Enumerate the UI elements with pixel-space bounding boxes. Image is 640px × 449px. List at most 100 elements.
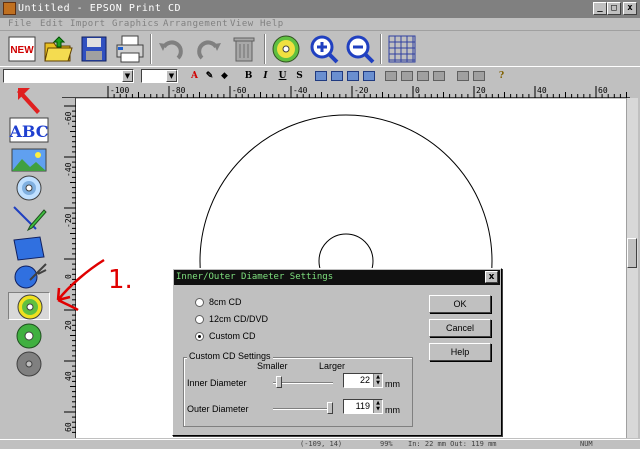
vertical-scroll-thumb[interactable] [627, 238, 637, 268]
chevron-down-icon[interactable]: ▼ [166, 70, 177, 82]
ruler-label: -40 [64, 162, 73, 177]
main-toolbar: NEW [0, 32, 640, 66]
flip-vertical-icon[interactable] [473, 71, 485, 81]
italic-button[interactable]: I [259, 70, 272, 82]
option-custom-cd[interactable]: Custom CD [195, 331, 305, 343]
menu-help[interactable]: Help [260, 19, 284, 29]
align-justify-icon[interactable] [363, 71, 375, 81]
send-back-icon[interactable] [401, 71, 413, 81]
image-tool[interactable] [8, 146, 50, 174]
toolbar-separator [264, 34, 266, 64]
ruler-label: 0 [64, 274, 73, 279]
help-button[interactable]: ? [495, 70, 508, 82]
vertical-scrollbar[interactable] [626, 98, 638, 438]
cd-image-tool[interactable] [8, 174, 50, 202]
larger-label: Larger [319, 361, 346, 371]
cd-color-tool[interactable] [8, 322, 50, 350]
window-title: Untitled - EPSON Print CD [18, 3, 182, 14]
ruler-label: -60 [64, 111, 73, 126]
undo-button[interactable] [156, 33, 188, 65]
title-bar: Untitled - EPSON Print CD _ □ x [0, 0, 640, 18]
print-icon [116, 35, 144, 63]
bold-button[interactable]: B [242, 70, 255, 82]
dialog-close-button[interactable]: x [485, 271, 498, 283]
custom-settings-group [183, 357, 413, 427]
save-button[interactable] [78, 33, 110, 65]
flip-horizontal-icon[interactable] [457, 71, 469, 81]
align-right-icon[interactable] [347, 71, 359, 81]
grid-button[interactable] [386, 33, 418, 65]
bring-front-icon[interactable] [385, 71, 397, 81]
ruler-label: 40 [64, 371, 73, 381]
minimize-button[interactable]: _ [593, 2, 607, 15]
cd-background-tool[interactable] [8, 350, 50, 378]
menu-file[interactable]: File [8, 19, 32, 29]
option-12cm-cd[interactable]: 12cm CD/DVD [195, 314, 305, 326]
zoom-out-button[interactable] [344, 33, 376, 65]
align-center-icon[interactable] [331, 71, 343, 81]
open-button[interactable] [42, 33, 74, 65]
circle-compass-icon [14, 263, 47, 289]
text-color-button[interactable]: A [188, 70, 201, 82]
cd-layout-button[interactable] [270, 33, 302, 65]
delete-button[interactable] [228, 33, 260, 65]
open-icon [44, 36, 73, 62]
option-8cm-cd[interactable]: 8cm CD [195, 297, 305, 309]
fill-color-button[interactable]: ◆ [218, 70, 231, 82]
dialog-title: Inner/Outer Diameter Settings [176, 272, 334, 282]
chevron-down-icon[interactable]: ▼ [122, 70, 133, 82]
line-color-button[interactable]: ✎ [203, 70, 216, 82]
inner-slider-thumb[interactable] [276, 376, 282, 388]
redo-button[interactable] [192, 33, 224, 65]
circle-arc-tool[interactable] [8, 262, 50, 290]
menu-import[interactable]: Import [70, 19, 106, 29]
print-button[interactable] [114, 33, 146, 65]
ruler-label: -40 [293, 86, 308, 95]
diameter-settings-dialog: Inner/Outer Diameter Settings x 8cm CD 1… [172, 268, 502, 436]
menu-bar: File Edit Import Graphics Arrangement Vi… [0, 18, 640, 31]
ungroup-icon[interactable] [433, 71, 445, 81]
zoom-in-icon [310, 35, 339, 64]
menu-graphics[interactable]: Graphics [112, 19, 159, 29]
picture-icon [11, 148, 47, 172]
outer-slider-track[interactable] [273, 408, 333, 410]
select-tool[interactable] [8, 86, 50, 114]
text-abc-icon: ABC [9, 117, 49, 143]
text-tool[interactable]: ABC [8, 116, 50, 144]
radio-12cm[interactable] [195, 315, 204, 324]
menu-edit[interactable]: Edit [40, 19, 64, 29]
font-name-select[interactable]: ▼ [3, 69, 134, 83]
menu-view[interactable]: View [230, 19, 254, 29]
radio-custom[interactable] [195, 332, 204, 341]
ruler-label: 60 [598, 86, 608, 95]
cd-diameter-tool[interactable] [8, 292, 50, 320]
inner-slider-track[interactable] [273, 382, 333, 384]
status-num: NUM [580, 440, 593, 448]
help-button[interactable]: Help [429, 343, 491, 361]
inner-spinner[interactable]: ▲ ▼ [373, 374, 382, 387]
close-button[interactable]: x [623, 2, 637, 15]
vertical-ruler-ticks: -60 -40 -20 0 20 40 60 [64, 105, 76, 433]
save-icon [81, 36, 107, 62]
radio-8cm[interactable] [195, 298, 204, 307]
line-tool[interactable] [8, 204, 50, 232]
underline-button[interactable]: U [276, 70, 289, 82]
group-icon[interactable] [417, 71, 429, 81]
outer-spinner[interactable]: ▲ ▼ [373, 400, 382, 413]
new-button[interactable]: NEW [6, 33, 38, 65]
zoom-in-button[interactable] [308, 33, 340, 65]
dialog-title-bar: Inner/Outer Diameter Settings x [174, 270, 500, 285]
align-left-icon[interactable] [315, 71, 327, 81]
outer-diameter-input[interactable]: 119 ▲ ▼ [343, 399, 383, 414]
inner-diameter-input[interactable]: 22 ▲ ▼ [343, 373, 383, 388]
rectangle-tool[interactable] [8, 234, 50, 262]
menu-arrangement[interactable]: Arrangement [163, 19, 228, 29]
strike-button[interactable]: S [293, 70, 306, 82]
font-size-select[interactable]: ▼ [141, 69, 178, 83]
option-12cm-label: 12cm CD/DVD [209, 314, 269, 324]
ok-button[interactable]: OK [429, 295, 491, 313]
toolbar-separator [150, 34, 152, 64]
outer-slider-thumb[interactable] [327, 402, 333, 414]
maximize-button[interactable]: □ [607, 2, 621, 15]
cancel-button[interactable]: Cancel [429, 319, 491, 337]
